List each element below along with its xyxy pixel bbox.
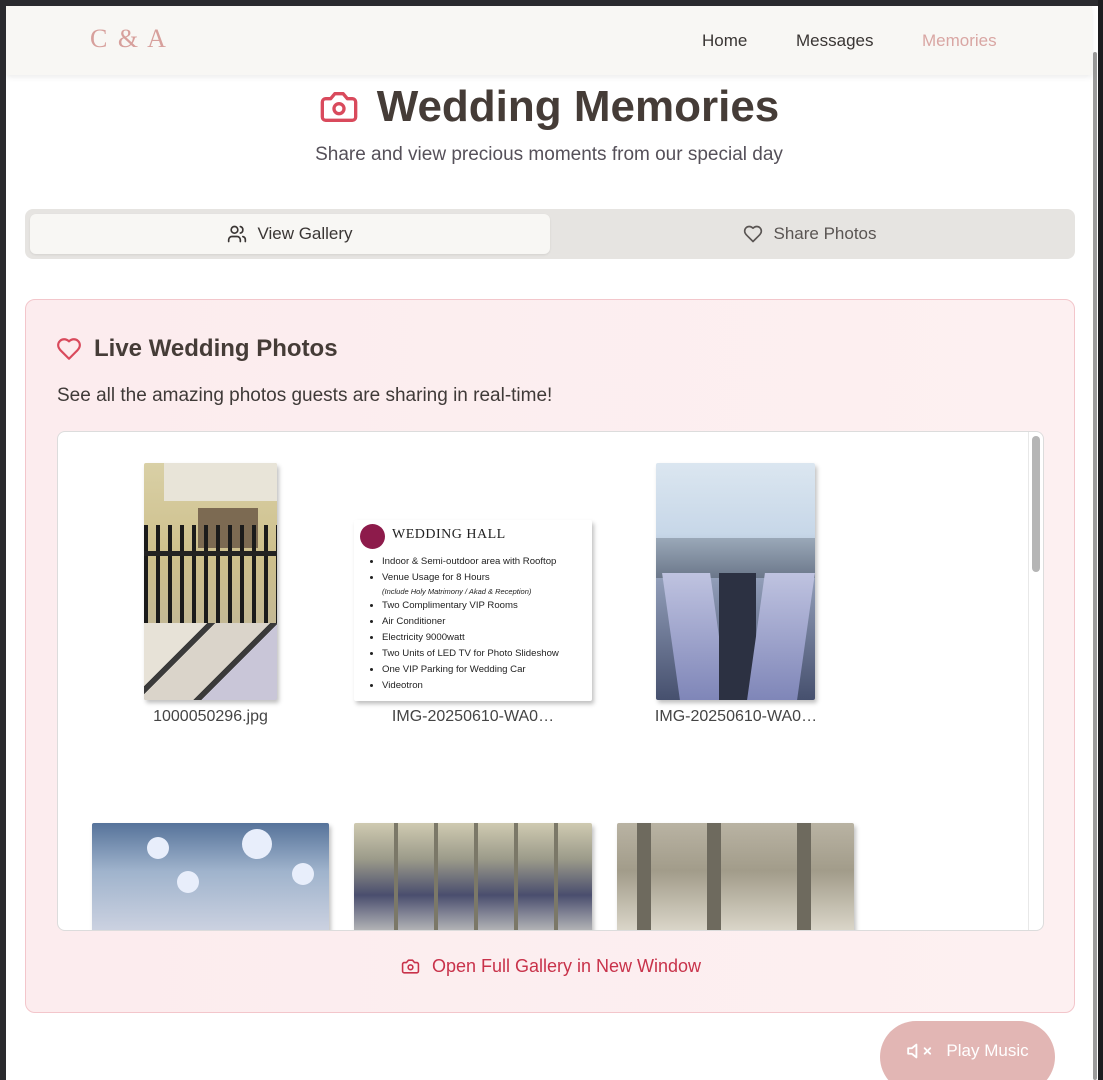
photo-thumbnail[interactable] [354,823,592,930]
list-item: One VIP Parking for Wedding Car [382,662,559,678]
page-scrollbar[interactable] [1093,52,1097,1080]
photo-thumbnail[interactable] [617,823,854,930]
gallery-scroll-track [1028,432,1029,930]
open-full-gallery-label: Open Full Gallery in New Window [431,956,702,976]
photo-thumbnail[interactable] [144,463,277,700]
photo-thumbnail[interactable] [656,463,815,700]
tab-share-photos[interactable]: Share Photos [550,214,1070,254]
window-frame [1098,0,1103,1080]
card-description: See all the amazing photos guests are sh… [57,385,553,406]
heart-icon [57,338,81,360]
navbar: C & A Home Messages Memories [6,6,1092,75]
list-item: Air Conditioner [382,614,559,630]
card-title-text: Live Wedding Photos [94,335,338,362]
list-item: (Include Holy Matrimony / Akad & Recepti… [382,587,532,596]
tab-view-gallery-label: View Gallery [257,224,353,243]
heart-icon [744,225,763,243]
photo-caption: IMG-20250610-WA0… [391,708,555,725]
photo-thumbnail[interactable] [92,823,329,930]
nav-link-messages[interactable]: Messages [796,31,873,51]
camera-icon [320,92,358,123]
tab-share-photos-label: Share Photos [773,224,877,243]
browser-viewport: C & A Home Messages Memories Wedding Mem… [6,6,1098,1080]
tab-list: View Gallery Share Photos [25,209,1075,259]
photo-caption: 1000050296.jpg [153,708,268,725]
play-music-label: Play Music [946,1041,1029,1060]
page-title-text: Wedding Memories [376,82,780,131]
volume-muted-icon [907,1043,932,1059]
play-music-button[interactable]: Play Music [880,1021,1055,1080]
list-item: Electricity 9000watt [382,630,559,646]
gallery-scrollbar[interactable] [1032,436,1040,572]
photo-gallery-frame[interactable]: 1000050296.jpg WEDDING HALL Indoor & Sem… [57,431,1044,931]
photo-caption: IMG-20250610-WA0… [654,708,818,725]
brand-logo[interactable]: C & A [90,24,168,54]
list-item: Two Complimentary VIP Rooms [382,598,559,614]
list-item: Two Units of LED TV for Photo Slideshow [382,646,559,662]
users-icon [228,225,247,243]
photo-thumbnail[interactable]: WEDDING HALL Indoor & Semi-outdoor area … [354,520,592,701]
card-title: Live Wedding Photos [56,335,338,363]
nav-link-memories[interactable]: Memories [922,31,997,51]
list-item: Indoor & Semi-outdoor area with Rooftop [382,554,559,570]
tab-view-gallery[interactable]: View Gallery [30,214,550,254]
hall-card-title: WEDDING HALL [392,527,506,542]
live-photos-card: Live Wedding Photos See all the amazing … [25,299,1075,1013]
camera-icon [401,959,420,974]
list-item: Videotron [382,678,559,694]
page-title: Wedding Memories [6,82,1092,132]
open-full-gallery-link[interactable]: Open Full Gallery in New Window [26,956,1076,977]
nav-link-home[interactable]: Home [702,31,747,51]
hall-features-list: Indoor & Semi-outdoor area with Rooftop … [372,554,559,694]
list-item: Venue Usage for 8 Hours [382,570,559,586]
page-subtitle: Share and view precious moments from our… [315,144,783,165]
hall-logo-icon [360,524,385,549]
